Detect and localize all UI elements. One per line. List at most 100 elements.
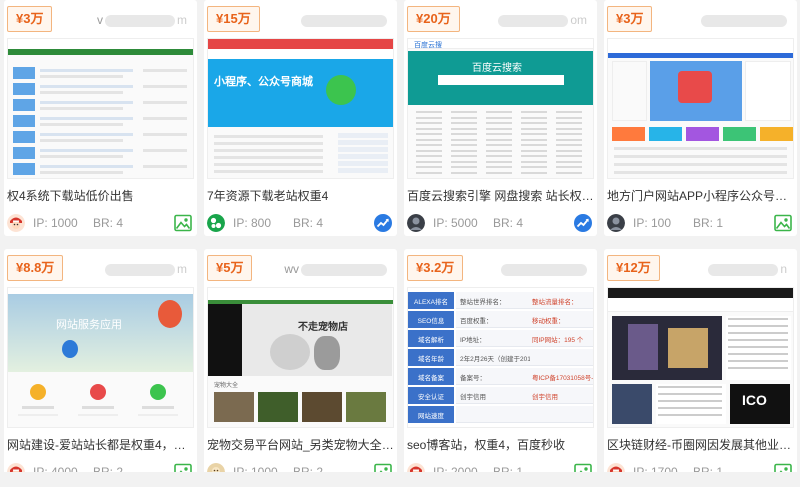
- price-tag: ¥3万: [607, 6, 653, 32]
- thumb-row-value: 2年2月26天（创建于2017年05月24日,过: [460, 356, 530, 363]
- domain-name[interactable]: [499, 262, 587, 276]
- price-tag: ¥12万: [607, 255, 660, 281]
- listing-card[interactable]: ¥3.2万 ALEXA排名 整站世界排名： 整站流量排名： SEO信息 百度权重： 移动权重…: [404, 249, 597, 485]
- domain-prefix: v: [97, 13, 103, 27]
- listing-title[interactable]: 宠物交易平台网站_另类宠物大全_奇异...: [207, 436, 394, 454]
- image-icon[interactable]: [774, 214, 792, 232]
- domain-name[interactable]: m: [103, 262, 187, 276]
- ip-stat: IP: 100: [633, 216, 672, 230]
- card-header: ¥3.2万: [404, 249, 597, 287]
- listing-card[interactable]: ¥12万nICO区块链财经-币圈网因发展其他业务转让IP: 1700BR: 1: [604, 249, 797, 485]
- domain-prefix: wv: [284, 262, 299, 276]
- thumb-row-value: 百度权重：: [460, 318, 493, 325]
- avatar-green-icon[interactable]: [207, 214, 225, 232]
- listing-title[interactable]: seo博客站，权重4，百度秒收: [407, 436, 594, 454]
- domain-masked: [501, 263, 587, 276]
- site-screenshot-thumbnail[interactable]: ALEXA排名 整站世界排名： 整站流量排名： SEO信息 百度权重： 移动权重： 域名解析…: [407, 287, 594, 428]
- site-screenshot-thumbnail[interactable]: [7, 38, 194, 179]
- ip-stat: IP: 1000: [33, 216, 78, 230]
- thumb-logo-text: 百度云搜: [414, 42, 442, 49]
- listing-card[interactable]: ¥5万wv不走宠物店宠物大全宠物交易平台网站_另类宠物大全_奇异...IP: 1…: [204, 249, 397, 485]
- site-screenshot-thumbnail[interactable]: 百度云搜百度云搜索: [407, 38, 594, 179]
- domain-suffix: m: [177, 262, 187, 276]
- site-screenshot-thumbnail[interactable]: ICO: [607, 287, 794, 428]
- domain-masked: [105, 263, 175, 276]
- thumb-row-label: SEO信息: [417, 318, 445, 325]
- listing-card[interactable]: ¥8.8万m网站服务应用网站建设-爱站站长都是权重4，做站6...IP: 400…: [4, 249, 197, 485]
- price-tag: ¥20万: [407, 6, 460, 32]
- price-tag: ¥8.8万: [7, 255, 64, 281]
- br-stat: BR: 4: [93, 216, 124, 230]
- thumb-foot-text: 宠物大全: [214, 383, 239, 389]
- br-stat: BR: 4: [293, 216, 324, 230]
- domain-name[interactable]: [699, 13, 787, 27]
- thumb-row-label: 安全认证: [418, 394, 444, 401]
- domain-name[interactable]: [299, 13, 387, 27]
- thumb-row-label: 域名备案: [418, 375, 444, 382]
- card-header: ¥15万: [204, 0, 397, 38]
- listing-title[interactable]: 区块链财经-币圈网因发展其他业务转让: [607, 436, 794, 454]
- listing-stats: IP: 5000 BR: 4: [407, 213, 594, 233]
- thumb-row-value: 移动权重：: [532, 318, 565, 325]
- thumb-row-label: ALEXA排名: [414, 299, 448, 306]
- thumb-row-value: 创宇信用: [532, 394, 558, 401]
- card-header: ¥8.8万 m: [4, 249, 197, 287]
- site-screenshot-thumbnail[interactable]: 不走宠物店宠物大全: [207, 287, 394, 428]
- listing-title[interactable]: 地方门户网站APP小程序公众号，适合...: [607, 187, 794, 205]
- thumb-row-value: 备案号：: [460, 375, 486, 382]
- listing-card[interactable]: ¥15万小程序、公众号商城 7年资源下载老站权重4 IP: 800 BR: 4: [204, 0, 397, 236]
- trend-up-icon[interactable]: [374, 214, 392, 232]
- listing-title[interactable]: 权4系统下载站低价出售: [7, 187, 194, 205]
- thumb-row-value: 整站流量排名：: [532, 299, 578, 306]
- site-screenshot-thumbnail[interactable]: [607, 38, 794, 179]
- domain-masked: [301, 263, 387, 276]
- listing-stats: IP: 1000 BR: 4: [7, 213, 194, 233]
- domain-masked: [105, 14, 175, 27]
- image-icon[interactable]: [174, 214, 192, 232]
- thumb-row-value: 创宇信用: [460, 394, 486, 401]
- thumb-banner-text: 不走宠物店: [298, 322, 348, 333]
- card-header: ¥5万 wv: [204, 249, 397, 287]
- domain-name[interactable]: wv: [284, 262, 387, 276]
- br-stat: BR: 4: [493, 216, 524, 230]
- domain-name[interactable]: om: [496, 13, 587, 27]
- domain-masked: [701, 14, 787, 27]
- br-stat: BR: 1: [693, 216, 724, 230]
- avatar-dark-icon[interactable]: [407, 214, 425, 232]
- listing-stats: IP: 100 BR: 1: [607, 213, 794, 233]
- listing-stats: IP: 800 BR: 4: [207, 213, 394, 233]
- domain-name[interactable]: n: [706, 262, 787, 276]
- price-tag: ¥3万: [7, 6, 53, 32]
- avatar-dark-icon[interactable]: [607, 214, 625, 232]
- thumb-row-value: 同IP网站：195 个: [532, 337, 584, 344]
- bottom-strip: [0, 472, 800, 487]
- listing-title[interactable]: 网站建设-爱站站长都是权重4，做站6...: [7, 436, 194, 454]
- card-header: ¥3万: [604, 0, 797, 38]
- ip-stat: IP: 800: [233, 216, 272, 230]
- price-tag: ¥3.2万: [407, 255, 464, 281]
- card-header: ¥20万 om: [404, 0, 597, 38]
- thumb-banner-text: 百度云搜索: [472, 63, 522, 74]
- trend-up-icon[interactable]: [574, 214, 592, 232]
- domain-suffix: m: [177, 13, 187, 27]
- domain-masked: [301, 14, 387, 27]
- listing-title[interactable]: 百度云搜索引擎 网盘搜索 站长权4 移...: [407, 187, 594, 205]
- ip-stat: IP: 5000: [433, 216, 478, 230]
- thumb-row-label: 域名年龄: [418, 356, 444, 363]
- domain-suffix: om: [570, 13, 587, 27]
- site-screenshot-thumbnail[interactable]: 网站服务应用: [7, 287, 194, 428]
- card-header: ¥12万 n: [604, 249, 797, 287]
- domain-masked: [708, 263, 779, 276]
- listing-card[interactable]: ¥3万地方门户网站APP小程序公众号，适合... IP: 100 BR: 1: [604, 0, 797, 236]
- site-screenshot-thumbnail[interactable]: 小程序、公众号商城: [207, 38, 394, 179]
- listing-title[interactable]: 7年资源下载老站权重4: [207, 187, 394, 205]
- price-tag: ¥5万: [207, 255, 253, 281]
- domain-name[interactable]: vm: [97, 13, 187, 27]
- thumb-row-label: 域名解析: [418, 337, 444, 344]
- listing-card[interactable]: ¥20万 om 百度云搜百度云搜索百度云搜索引擎 网盘搜索 站长权4 移... IP:…: [404, 0, 597, 236]
- thumb-banner-text: 小程序、公众号商城: [214, 76, 313, 88]
- avatar-red-icon[interactable]: [7, 214, 25, 232]
- price-tag: ¥15万: [207, 6, 260, 32]
- listing-card[interactable]: ¥3万 v m 权4系统下载站低价出售 IP: 1000 BR: 4: [4, 0, 197, 236]
- thumb-row-label: 网站速度: [418, 413, 444, 420]
